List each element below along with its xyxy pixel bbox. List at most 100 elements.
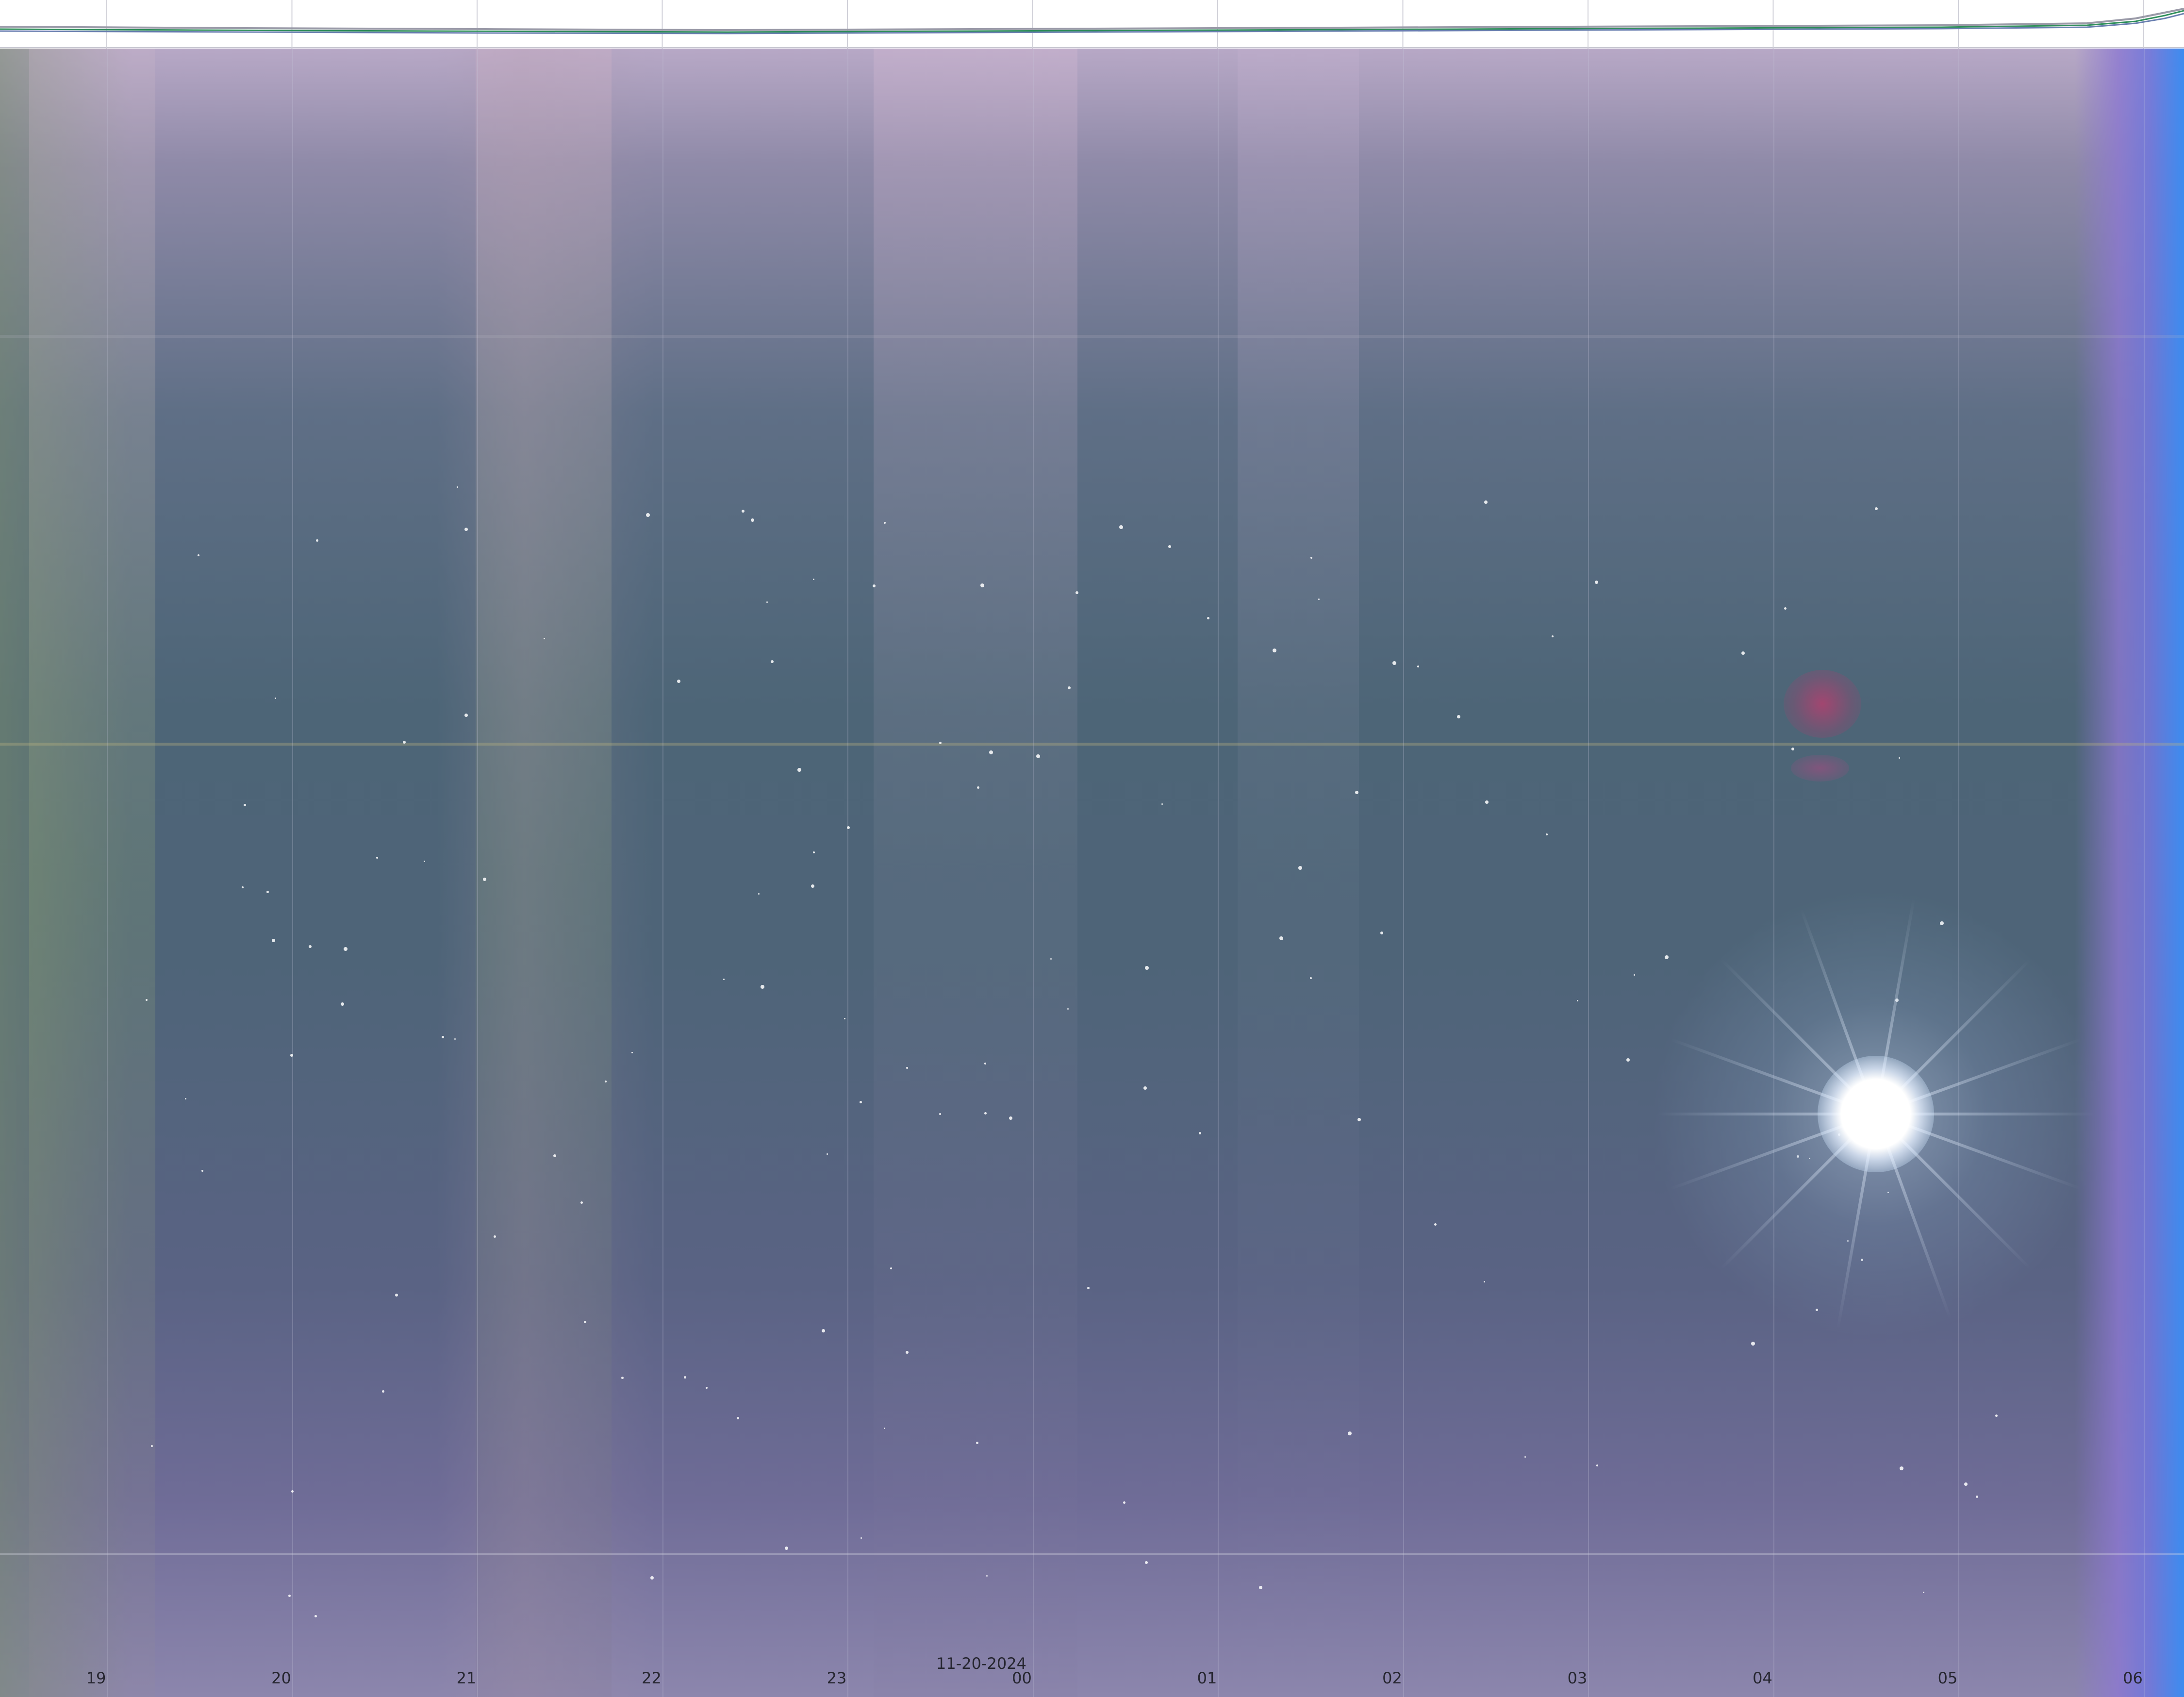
star	[980, 583, 984, 587]
hour-label: 19	[86, 1669, 106, 1687]
star	[989, 750, 993, 754]
star	[275, 698, 276, 699]
hour-gridline	[1958, 49, 1959, 1697]
star	[1923, 1592, 1924, 1593]
star	[847, 826, 850, 829]
star	[751, 518, 754, 522]
star	[906, 1351, 909, 1354]
star	[1279, 936, 1283, 940]
star	[884, 1428, 885, 1429]
star	[1143, 1086, 1147, 1090]
star	[1596, 1464, 1598, 1466]
star	[1524, 1456, 1526, 1458]
star	[1050, 958, 1052, 960]
hour-label: 01	[1197, 1669, 1217, 1687]
sensor-trace-strip	[0, 0, 2184, 49]
star	[1875, 507, 1878, 510]
star	[288, 1595, 291, 1597]
star	[906, 1067, 908, 1069]
star	[706, 1387, 708, 1389]
star	[146, 999, 148, 1001]
star	[242, 886, 244, 888]
aurora-streak	[874, 49, 1077, 1697]
star	[483, 878, 486, 881]
star	[976, 1442, 978, 1444]
star	[1392, 661, 1396, 665]
star	[785, 1547, 788, 1550]
star	[1318, 599, 1320, 600]
hour-gridline	[1773, 49, 1774, 1697]
hour-gridline	[1403, 49, 1404, 1697]
star	[544, 638, 545, 639]
star	[1899, 757, 1900, 759]
hour-gridline	[1218, 49, 1219, 1697]
horizontal-band	[0, 743, 2184, 746]
star	[1067, 1008, 1069, 1010]
star	[684, 1376, 686, 1379]
star	[873, 584, 876, 587]
star	[1036, 754, 1040, 758]
star	[1995, 1414, 1998, 1417]
star	[1310, 977, 1312, 979]
star	[376, 857, 378, 859]
star	[860, 1537, 862, 1539]
hour-gridline	[2143, 49, 2145, 1697]
star	[1484, 500, 1488, 504]
hour-label: 04	[1753, 1669, 1772, 1687]
hour-gridline	[1588, 49, 1589, 1697]
star	[771, 660, 774, 663]
star	[1976, 1496, 1978, 1498]
star	[1485, 800, 1489, 804]
star	[1634, 974, 1635, 976]
aurora-streak	[476, 49, 612, 1697]
star	[984, 1063, 986, 1065]
hour-gridline	[477, 49, 478, 1697]
sun	[1818, 1056, 1934, 1172]
star	[1298, 866, 1302, 870]
star	[382, 1390, 384, 1393]
star	[1168, 545, 1171, 548]
hour-label: 20	[271, 1669, 291, 1687]
star	[813, 579, 814, 580]
star	[986, 1575, 988, 1577]
star	[890, 1267, 892, 1269]
star	[827, 1153, 828, 1155]
star	[1009, 1116, 1012, 1120]
hour-label: 22	[642, 1669, 662, 1687]
trace-grid	[106, 0, 2144, 49]
aurora-streak	[1238, 49, 1359, 1697]
hour-label: 21	[456, 1669, 477, 1687]
hour-gridline	[292, 49, 293, 1697]
star	[464, 528, 468, 531]
star	[761, 985, 764, 989]
star	[403, 741, 406, 744]
star	[1145, 1561, 1148, 1564]
star	[811, 884, 814, 888]
lens-flare	[1791, 755, 1849, 782]
star	[939, 742, 942, 744]
star	[442, 1036, 444, 1038]
star	[1145, 966, 1149, 970]
star	[341, 1002, 344, 1006]
hour-label: 05	[1937, 1669, 1958, 1687]
star	[631, 1052, 633, 1053]
star	[1900, 1466, 1903, 1470]
star	[884, 522, 886, 524]
star	[844, 1018, 845, 1019]
star	[584, 1321, 586, 1323]
star	[1665, 955, 1669, 959]
star	[266, 891, 269, 893]
star	[1087, 1287, 1090, 1289]
star	[344, 947, 347, 951]
star	[1751, 1342, 1755, 1346]
star	[797, 768, 801, 772]
hour-gridline	[107, 49, 108, 1697]
hour-gridline	[1032, 49, 1034, 1697]
star	[244, 804, 246, 806]
star	[553, 1154, 556, 1157]
star	[1123, 1501, 1125, 1504]
star	[1784, 607, 1787, 610]
star	[198, 554, 199, 556]
star	[1355, 791, 1358, 794]
star	[457, 486, 458, 488]
